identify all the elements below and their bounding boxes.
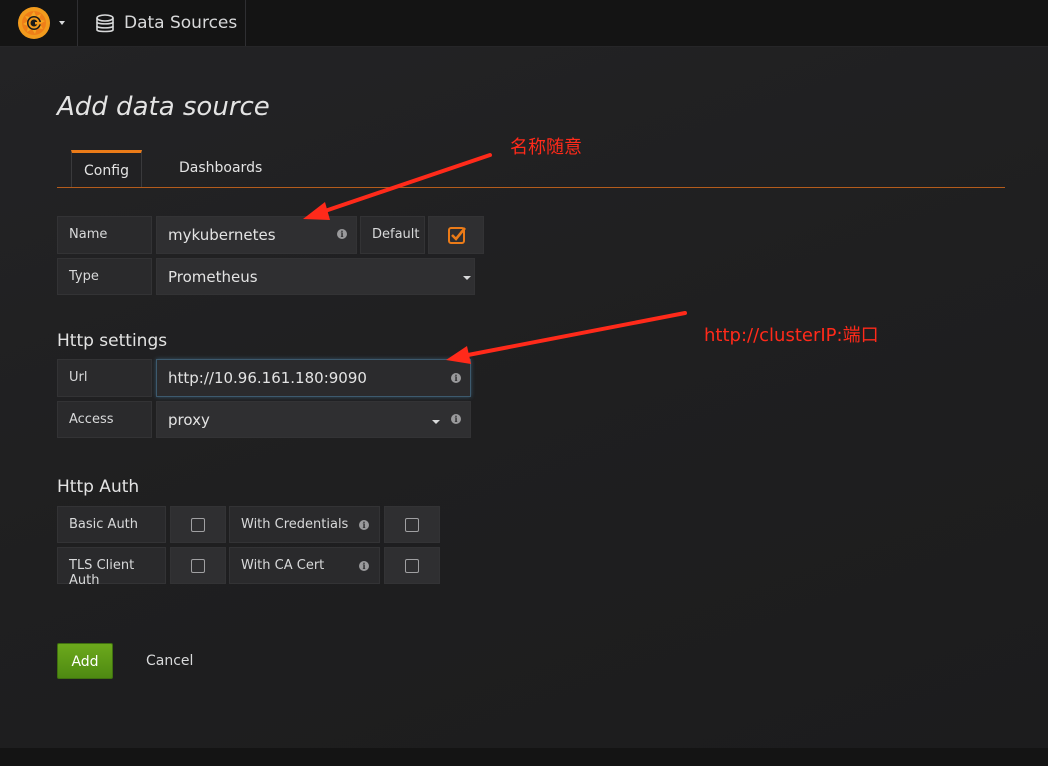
type-select[interactable]: Prometheus	[156, 258, 475, 295]
basic-auth-checkbox[interactable]	[170, 506, 226, 543]
access-label: Access	[57, 401, 152, 438]
access-select[interactable]: proxy i	[156, 401, 471, 438]
breadcrumb[interactable]: Data Sources	[78, 0, 246, 46]
http-auth-heading: Http Auth	[57, 477, 140, 497]
access-select-value: proxy	[168, 411, 210, 429]
checkbox-unchecked-icon	[405, 559, 419, 573]
tabs-underline	[57, 187, 1005, 188]
checkbox-checked-icon	[448, 227, 466, 244]
default-label: Default	[360, 216, 425, 254]
chevron-down-icon	[432, 420, 440, 424]
default-label-text: Default	[372, 227, 420, 242]
type-label: Type	[57, 258, 152, 295]
name-input[interactable]: mykubernetes i	[156, 216, 357, 254]
info-icon[interactable]: i	[337, 229, 347, 239]
cancel-button-label: Cancel	[146, 653, 194, 669]
database-icon	[96, 14, 114, 33]
url-input-value: http://10.96.161.180:9090	[168, 369, 367, 387]
info-icon[interactable]: i	[359, 520, 369, 530]
name-input-value: mykubernetes	[168, 226, 276, 244]
url-input[interactable]: http://10.96.161.180:9090 i	[156, 359, 471, 397]
chevron-down-icon	[59, 21, 65, 25]
name-label-text: Name	[69, 227, 108, 242]
with-ca-cert-label: With CA Cert i	[229, 547, 380, 584]
type-label-text: Type	[69, 269, 99, 284]
breadcrumb-label: Data Sources	[124, 13, 238, 33]
name-label: Name	[57, 216, 152, 254]
top-navbar: Data Sources	[0, 0, 1048, 47]
footer-strip	[0, 748, 1048, 766]
basic-auth-label-text: Basic Auth	[69, 517, 139, 532]
page-title: Add data source	[57, 92, 270, 122]
grafana-menu-button[interactable]	[0, 0, 78, 46]
tls-client-auth-label: TLS Client Auth	[57, 547, 166, 588]
with-ca-cert-checkbox[interactable]	[384, 547, 440, 584]
grafana-logo-icon	[18, 7, 50, 39]
tab-label: Config	[84, 163, 129, 179]
info-icon[interactable]: i	[451, 414, 461, 424]
checkbox-unchecked-icon	[191, 518, 205, 532]
checkbox-unchecked-icon	[191, 559, 205, 573]
add-button[interactable]: Add	[57, 643, 113, 679]
url-label-text: Url	[69, 370, 88, 385]
checkbox-unchecked-icon	[405, 518, 419, 532]
http-settings-heading: Http settings	[57, 331, 168, 351]
basic-auth-label: Basic Auth	[57, 506, 166, 543]
tab-label: Dashboards	[179, 160, 263, 176]
tls-client-auth-checkbox[interactable]	[170, 547, 226, 584]
url-annotation: http://clusterIP:端口	[704, 325, 879, 346]
info-icon[interactable]: i	[451, 373, 461, 383]
chevron-down-icon	[463, 276, 471, 280]
default-checkbox[interactable]	[428, 216, 484, 254]
with-credentials-label: With Credentials i	[229, 506, 380, 543]
type-select-value: Prometheus	[168, 268, 258, 286]
cancel-button[interactable]: Cancel	[135, 643, 201, 679]
url-label: Url	[57, 359, 152, 397]
tls-client-auth-label-text: TLS Client Auth	[69, 558, 135, 588]
tab-dashboards[interactable]: Dashboards	[162, 150, 274, 188]
access-label-text: Access	[69, 412, 114, 427]
info-icon[interactable]: i	[359, 561, 369, 571]
with-ca-cert-label-text: With CA Cert	[241, 558, 325, 573]
tab-config[interactable]: Config	[71, 150, 142, 188]
with-credentials-checkbox[interactable]	[384, 506, 440, 543]
with-credentials-label-text: With Credentials	[241, 517, 349, 532]
name-annotation: 名称随意	[510, 137, 582, 158]
add-button-label: Add	[71, 654, 99, 670]
